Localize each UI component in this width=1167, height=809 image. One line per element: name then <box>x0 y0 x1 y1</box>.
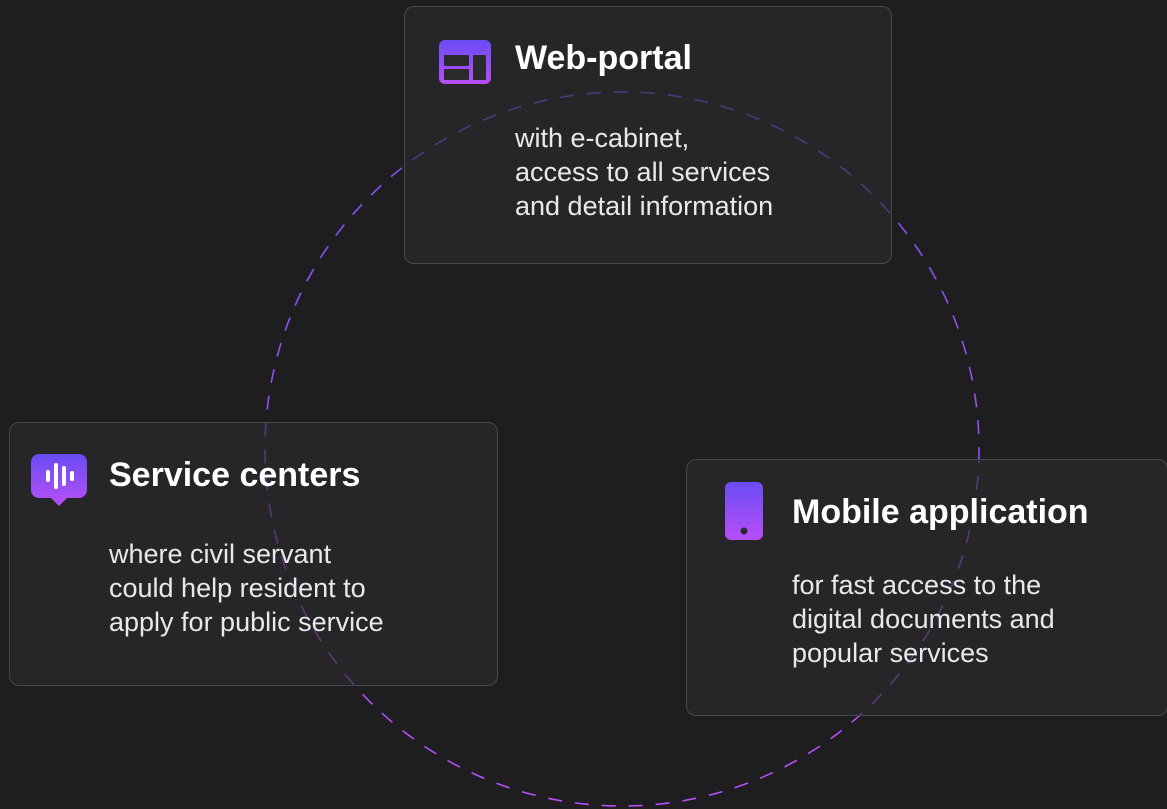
mobile-application-card: Mobile application for fast access to th… <box>686 459 1167 716</box>
browser-window-icon <box>439 40 491 84</box>
mobile-application-title: Mobile application <box>792 493 1089 531</box>
service-centers-description: where civil servant could help resident … <box>109 539 384 637</box>
service-centers-title: Service centers <box>109 456 361 494</box>
mobile-application-description: for fast access to the digital documents… <box>792 570 1055 668</box>
service-centers-card: Service centers where civil servant coul… <box>9 422 498 686</box>
web-portal-card: Web-portal with e-cabinet, access to all… <box>404 6 892 264</box>
web-portal-description: with e-cabinet, access to all services a… <box>515 123 774 221</box>
channels-diagram: Web-portal with e-cabinet, access to all… <box>0 0 1167 809</box>
smartphone-icon <box>725 482 763 540</box>
chat-bubble-audio-icon <box>31 454 87 506</box>
web-portal-title: Web-portal <box>515 39 692 77</box>
